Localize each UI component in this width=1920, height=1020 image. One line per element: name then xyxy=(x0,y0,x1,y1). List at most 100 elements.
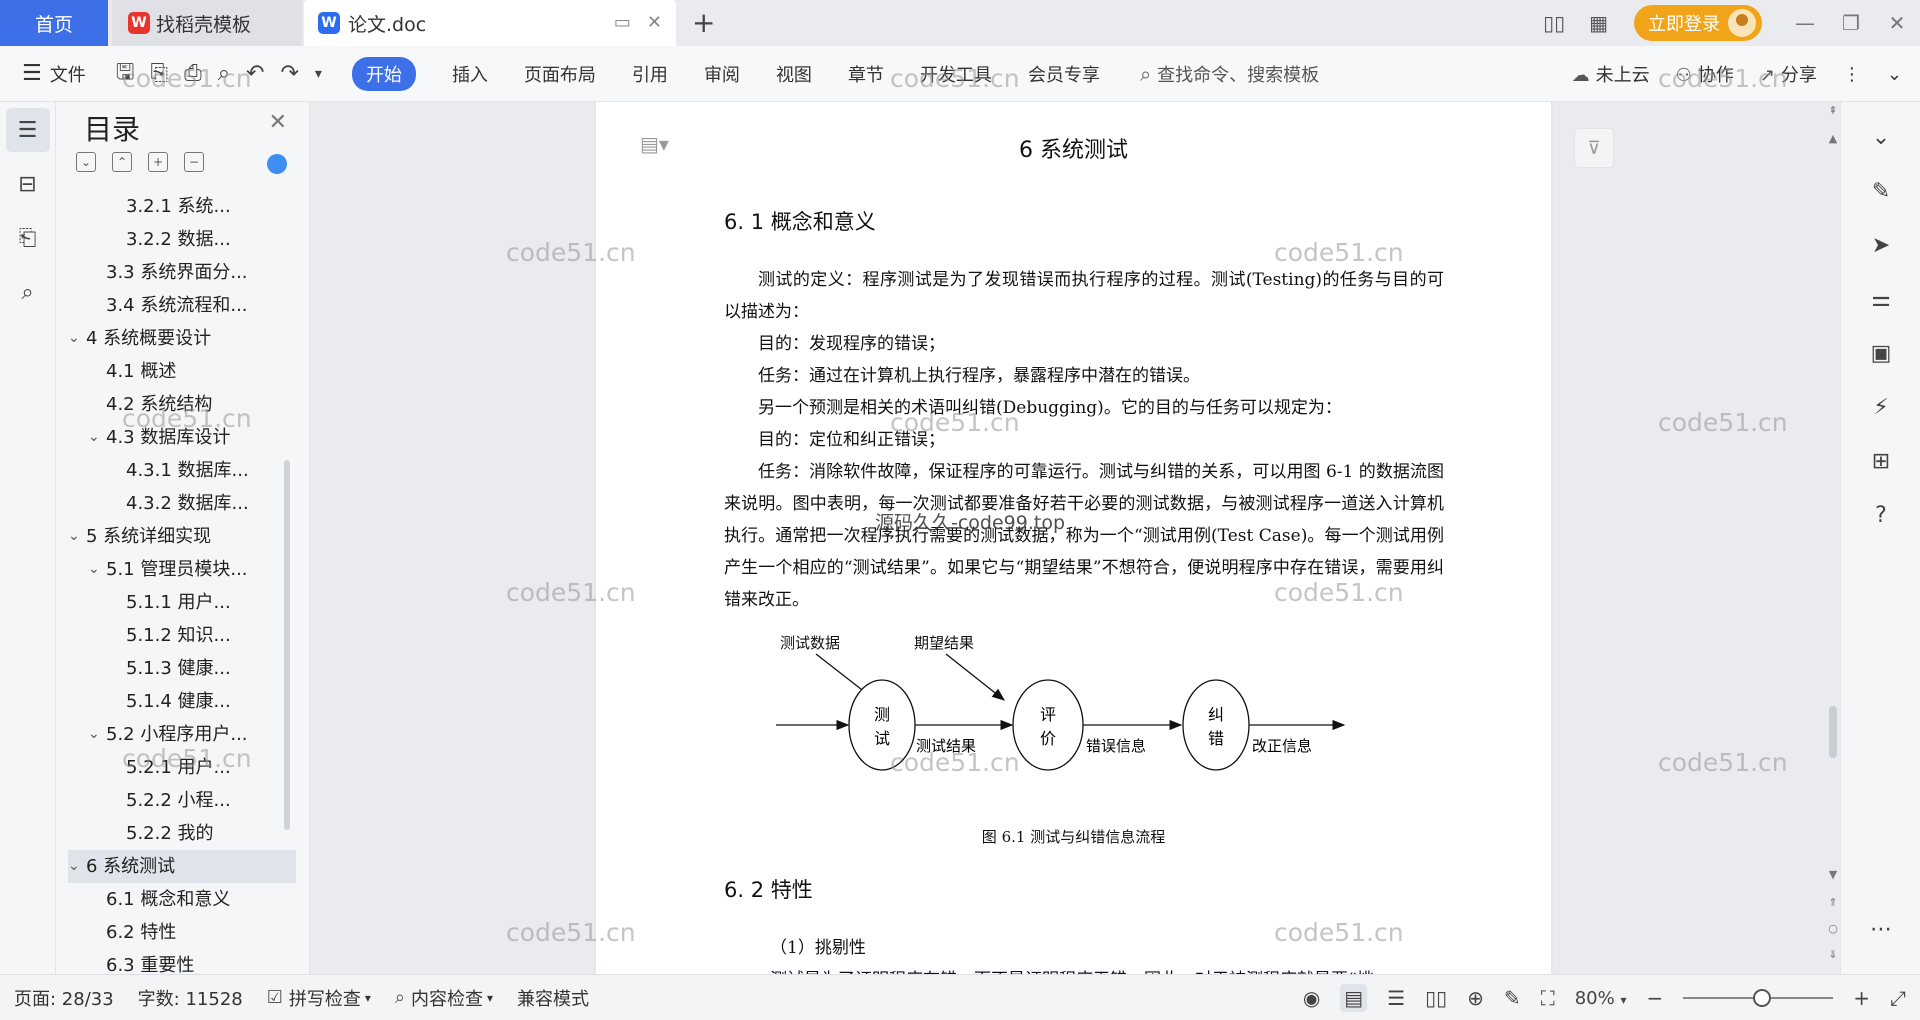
ribbon-tab-home[interactable]: 开始 xyxy=(351,56,416,91)
toc-item[interactable]: 5.1.2 知识... xyxy=(68,619,296,652)
navigation-pane-icon[interactable]: ⊟ xyxy=(6,162,50,206)
share-button[interactable]: ↗ 分享 xyxy=(1760,61,1817,87)
spellcheck-button[interactable]: ☑ 拼写检查 ▾ xyxy=(267,985,371,1011)
undo-icon[interactable]: ↶ xyxy=(246,61,264,86)
close-tab-icon[interactable]: ✕ xyxy=(647,12,662,33)
image-tools-icon[interactable]: ▣ xyxy=(1841,326,1920,380)
add-heading-icon[interactable]: + xyxy=(148,152,168,172)
page-indicator[interactable]: 页面: 28/33 xyxy=(14,985,114,1011)
toc-item[interactable]: 5.2.2 小程... xyxy=(68,784,296,817)
redo-icon[interactable]: ↷ xyxy=(280,61,298,86)
cloud-status-button[interactable]: ☁ 未上云 xyxy=(1572,61,1650,87)
read-view-icon[interactable]: ▯▯ xyxy=(1425,986,1447,1010)
pin-window-icon[interactable]: ▭ xyxy=(614,12,631,33)
content-check-button[interactable]: ⌕ 内容检查 ▾ xyxy=(395,985,493,1011)
customize-toolbar-icon[interactable]: ▾ xyxy=(315,66,322,82)
toc-item[interactable]: 6.2 特性 xyxy=(68,916,296,949)
fullscreen-icon[interactable]: ⤢ xyxy=(1890,986,1906,1010)
ai-assistant-icon[interactable] xyxy=(267,154,287,174)
expand-all-icon[interactable]: ⌄ xyxy=(76,152,96,172)
more-tools-icon[interactable]: ⋯ xyxy=(1841,902,1920,956)
prev-page-icon[interactable]: ⇑ xyxy=(1826,896,1840,909)
remove-heading-icon[interactable]: − xyxy=(184,152,204,172)
tab-home[interactable]: 首页 xyxy=(0,0,108,46)
collapse-right-panel-icon[interactable]: ⌄ xyxy=(1841,110,1920,164)
toc-item[interactable]: 5.1.1 用户... xyxy=(68,586,296,619)
chevron-down-icon[interactable]: ⌄ xyxy=(68,322,80,355)
word-count[interactable]: 字数: 11528 xyxy=(138,985,243,1011)
zoom-in-icon[interactable]: + xyxy=(1853,986,1870,1010)
toc-item[interactable]: ⌄ 6 系统测试 xyxy=(68,850,296,883)
close-icon[interactable]: ✕ xyxy=(269,110,287,135)
collapse-ribbon-icon[interactable]: ⌄ xyxy=(1887,64,1902,85)
page-view-icon[interactable]: ▤ xyxy=(1340,984,1368,1012)
grid-apps-icon[interactable]: ▦ xyxy=(1589,11,1608,35)
toc-item[interactable]: 4.3.2 数据库... xyxy=(68,487,296,520)
ribbon-tab-view[interactable]: 视图 xyxy=(776,61,812,87)
ribbon-tab-references[interactable]: 引用 xyxy=(632,61,668,87)
ribbon-tab-insert[interactable]: 插入 xyxy=(452,61,488,87)
eye-protection-icon[interactable]: ◉ xyxy=(1303,986,1320,1010)
toc-item[interactable]: 6.3 重要性 xyxy=(68,949,296,974)
ribbon-tab-section[interactable]: 章节 xyxy=(848,61,884,87)
toc-item[interactable]: 6.1 概念和意义 xyxy=(68,883,296,916)
find-icon[interactable]: ⌕ xyxy=(6,270,50,314)
ribbon-tab-developer[interactable]: 开发工具 xyxy=(920,61,992,87)
chevron-down-icon[interactable]: ⌄ xyxy=(88,421,100,454)
toc-panel-icon[interactable]: ☰ xyxy=(5,108,50,152)
zoom-slider[interactable] xyxy=(1683,989,1834,1007)
collapse-all-icon[interactable]: ⌃ xyxy=(112,152,132,172)
toc-item[interactable]: 3.2.2 数据... xyxy=(68,223,296,256)
chevron-down-icon[interactable]: ⌄ xyxy=(88,718,100,751)
print-preview-icon[interactable]: ⌕ xyxy=(218,61,230,86)
toc-item[interactable]: 3.4 系统流程和... xyxy=(68,289,296,322)
zoom-level[interactable]: 80% ▾ xyxy=(1575,988,1627,1009)
toc-item[interactable]: 5.1.3 健康... xyxy=(68,652,296,685)
scroll-thumb[interactable] xyxy=(1829,706,1837,758)
login-button[interactable]: 立即登录 xyxy=(1634,5,1762,41)
more-options-icon[interactable]: ⋮ xyxy=(1843,64,1861,85)
fit-page-icon[interactable]: ⛶ xyxy=(1541,986,1555,1010)
minimize-icon[interactable]: — xyxy=(1782,11,1828,35)
chevron-down-icon[interactable]: ⌄ xyxy=(88,553,100,586)
toc-item[interactable]: 5.2.1 用户... xyxy=(68,751,296,784)
zoom-slider-knob[interactable] xyxy=(1753,989,1772,1007)
toc-item[interactable]: 3.2.1 系统... xyxy=(68,190,296,223)
toc-item[interactable]: ⌄ 5.1 管理员模块... xyxy=(68,553,296,586)
toc-item[interactable]: ⌄ 5.2 小程序用户... xyxy=(68,718,296,751)
document-scrollbar[interactable]: ⇞ ▲ ▼ ⇑ ○ ⇓ xyxy=(1826,102,1840,974)
file-menu-button[interactable]: ☰ 文件 xyxy=(22,61,86,87)
outline-view-icon[interactable]: ☰ xyxy=(1387,986,1405,1010)
restore-icon[interactable]: ❐ xyxy=(1828,11,1874,35)
scroll-up-icon[interactable]: ▲ xyxy=(1826,132,1840,145)
ai-spark-icon[interactable]: ⚡ xyxy=(1841,380,1920,434)
bookmark-icon[interactable]: ⎗ xyxy=(6,216,50,260)
chevron-down-icon[interactable]: ⌄ xyxy=(68,850,80,883)
ribbon-tab-layout[interactable]: 页面布局 xyxy=(524,61,596,87)
toc-item[interactable]: 3.3 系统界面分... xyxy=(68,256,296,289)
zoom-out-icon[interactable]: − xyxy=(1646,986,1663,1010)
toc-item[interactable]: 5.2.2 我的 xyxy=(68,817,296,850)
reading-mode-icon[interactable]: ⊞ xyxy=(1841,434,1920,488)
tab-document[interactable]: W 论文.doc ▭ ✕ xyxy=(304,0,676,46)
tab-templates[interactable]: W 找稻壳模板 xyxy=(112,0,302,46)
toc-item[interactable]: ⌄ 4 系统概要设计 xyxy=(68,322,296,355)
pen-edit-icon[interactable]: ✎ xyxy=(1841,164,1920,218)
command-search[interactable]: ⌕ 查找命令、搜索模板 xyxy=(1140,61,1319,87)
select-cursor-icon[interactable]: ➤ xyxy=(1841,218,1920,272)
toc-item[interactable]: 4.2 系统结构 xyxy=(68,388,296,421)
web-view-icon[interactable]: ⊕ xyxy=(1467,986,1484,1010)
ribbon-tab-member[interactable]: 会员专享 xyxy=(1028,61,1100,87)
document-page[interactable]: ▤▾ 6 系统测试 6. 1 概念和意义 测试的定义：程序测试是为了发现错误而执… xyxy=(596,102,1551,974)
save-icon[interactable]: 🖫 xyxy=(116,55,135,93)
toc-item[interactable]: ⌄ 4.3 数据库设计 xyxy=(68,421,296,454)
print-icon[interactable]: ⎙ xyxy=(184,61,202,86)
next-page-icon[interactable]: ⇓ xyxy=(1826,948,1840,961)
adjust-settings-icon[interactable]: ⚌ xyxy=(1841,272,1920,326)
select-browse-icon[interactable]: ○ xyxy=(1826,922,1840,935)
collaborate-button[interactable]: ⚇ 协作 xyxy=(1676,61,1734,87)
toc-scrollbar[interactable] xyxy=(284,460,290,830)
sidebar-toggle-icon[interactable]: ⊽ xyxy=(1574,128,1614,168)
toc-item[interactable]: 4.3.1 数据库... xyxy=(68,454,296,487)
help-icon[interactable]: ? xyxy=(1841,488,1920,542)
